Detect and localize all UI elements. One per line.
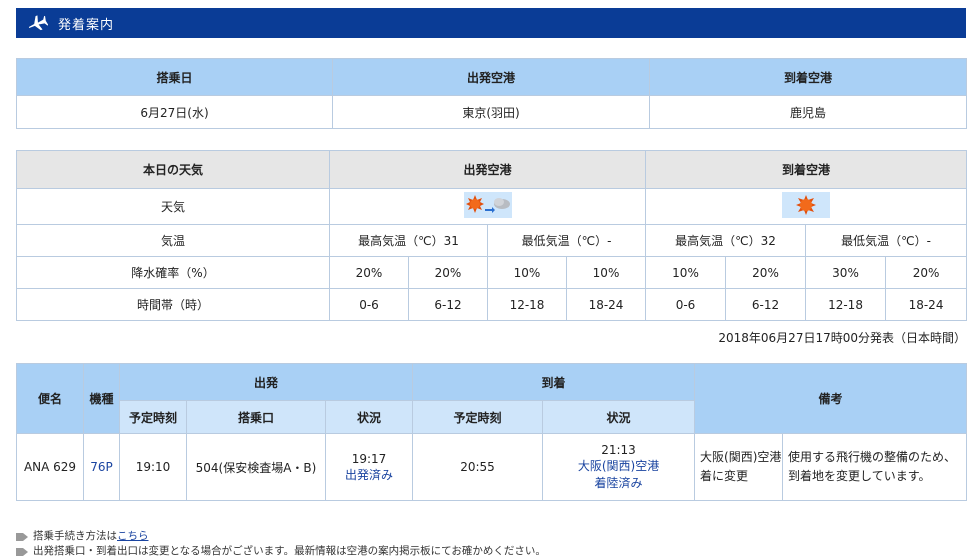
time-slot: 0-6 <box>645 288 727 321</box>
time-slot: 6-12 <box>725 288 807 321</box>
departure-airport: 東京(羽田) <box>332 95 650 129</box>
col-remarks: 備考 <box>694 363 968 434</box>
dep-status-cell: 19:17 出発済み <box>324 433 414 501</box>
dep-precip: 10% <box>487 256 567 289</box>
col-flight-number: 便名 <box>16 363 84 434</box>
arr-status-cell: 21:13 大阪(関西)空港 着陸済み <box>542 433 696 501</box>
remark-long: 使用する飛行機の整備のため、到着地を変更しています。 <box>782 433 968 501</box>
dep-weather-cell <box>328 188 647 225</box>
weather-arr-header: 到着空港 <box>645 150 968 189</box>
col-aircraft: 機種 <box>83 363 120 434</box>
dep-status: 出発済み <box>345 467 394 482</box>
page-title: 発着案内 <box>58 17 115 33</box>
aircraft-link[interactable]: 76P <box>83 433 120 501</box>
dep-actual-time: 19:17 <box>351 451 387 466</box>
precip-row-label: 降水確率（%） <box>16 256 330 289</box>
col-arr-scheduled: 予定時刻 <box>412 400 544 434</box>
table-row: ANA 629 76P 19:10 504(保安検査場A・B) 19:17 出発… <box>16 433 968 501</box>
forecast-issued-time: 2018年06月27日17時00分発表（日本時間） <box>718 331 966 345</box>
dep-precip: 20% <box>408 256 488 289</box>
weather-dep-header: 出発空港 <box>328 150 647 189</box>
weather-today-label: 本日の天気 <box>16 150 330 189</box>
dep-min-temp: 最低気温（℃）- <box>486 224 647 257</box>
dep-max-temp: 最高気温（℃）31 <box>329 224 488 257</box>
sunny-icon <box>782 192 831 221</box>
flight-summary-table: 搭乗日 出発空港 到着空港 6月27日(水) 東京(羽田) 鹿児島 <box>16 58 967 129</box>
arr-precip: 30% <box>805 256 887 289</box>
time-slot: 18-24 <box>565 288 647 321</box>
col-arrival: 到着 <box>412 363 696 401</box>
boarding-date: 6月27日(水) <box>16 95 333 129</box>
sunny-then-cloudy-icon <box>463 192 512 221</box>
bullet-icon <box>16 532 28 541</box>
bullet-icon <box>16 547 28 556</box>
weather-row-label: 天気 <box>16 188 330 225</box>
time-slot: 12-18 <box>487 288 567 321</box>
time-slot: 6-12 <box>408 288 488 321</box>
header-boarding-date: 搭乗日 <box>16 58 333 96</box>
arr-status: 着陸済み <box>594 476 643 490</box>
temp-row-label: 気温 <box>16 224 330 257</box>
col-arr-status: 状況 <box>542 400 696 434</box>
page-header: 発着案内 <box>16 8 966 38</box>
col-departure: 出発 <box>118 363 414 401</box>
dep-precip: 10% <box>565 256 647 289</box>
arr-max-temp: 最高気温（℃）32 <box>645 224 807 257</box>
arr-airport: 大阪(関西)空港 <box>577 459 660 473</box>
boarding-gate: 504(保安検査場A・B) <box>186 433 326 501</box>
note-checkin-text: 搭乗手続き方法は <box>33 530 117 542</box>
arr-precip: 20% <box>885 256 968 289</box>
dep-scheduled-time: 19:10 <box>119 433 187 501</box>
flight-status-table: 便名 機種 出発 到着 備考 予定時刻 搭乗口 状況 予定時刻 状況 ANA 6… <box>16 363 968 501</box>
arr-precip: 20% <box>725 256 807 289</box>
weather-table: 本日の天気 出発空港 到着空港 天気 気温 最高気温（℃）31 最低気温（℃）-… <box>16 150 968 321</box>
arr-actual-time: 21:13 <box>601 443 636 457</box>
note-gate-change: 出発搭乗口・到着出口は変更となる場合がございます。最新情報は空港の案内掲示板にて… <box>16 543 546 558</box>
col-gate: 搭乗口 <box>186 400 326 434</box>
flight-number: ANA 629 <box>16 433 84 501</box>
header-departure-airport: 出発空港 <box>332 58 650 96</box>
col-dep-scheduled: 予定時刻 <box>119 400 187 434</box>
notes: 搭乗手続き方法は こちら 出発搭乗口・到着出口は変更となる場合がございます。最新情… <box>16 528 546 558</box>
arrival-airport: 鹿児島 <box>649 95 967 129</box>
col-dep-status: 状況 <box>324 400 414 434</box>
time-row-label: 時間帯（時） <box>16 288 330 321</box>
arr-weather-cell <box>645 188 968 225</box>
arr-min-temp: 最低気温（℃）- <box>805 224 968 257</box>
remark-short: 大阪(関西)空港着に変更 <box>694 433 784 501</box>
time-slot: 18-24 <box>885 288 968 321</box>
time-slot: 0-6 <box>329 288 409 321</box>
note-gate-change-text: 出発搭乗口・到着出口は変更となる場合がございます。最新情報は空港の案内掲示板にて… <box>33 545 546 557</box>
arr-scheduled-time: 20:55 <box>412 433 544 501</box>
note-checkin: 搭乗手続き方法は こちら <box>16 528 546 543</box>
time-slot: 12-18 <box>805 288 887 321</box>
airplane-icon <box>16 8 58 38</box>
arr-precip: 10% <box>645 256 727 289</box>
dep-precip: 20% <box>329 256 409 289</box>
header-arrival-airport: 到着空港 <box>649 58 967 96</box>
checkin-link[interactable]: こちら <box>117 528 149 543</box>
